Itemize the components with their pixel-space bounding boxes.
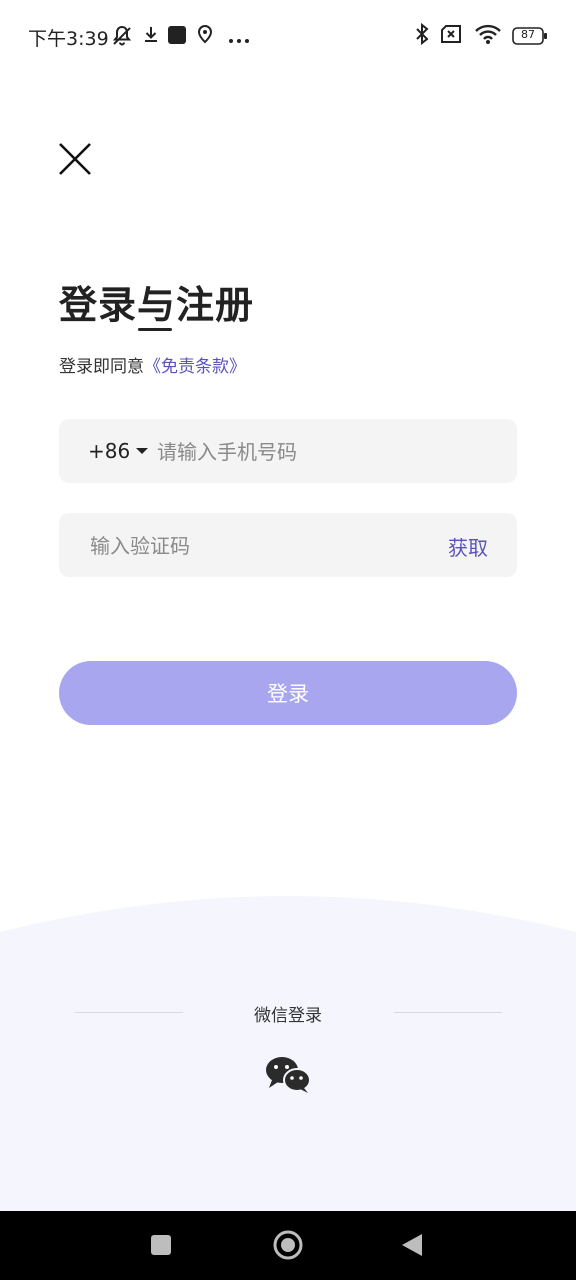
country-code: +86 xyxy=(88,439,131,463)
more-dots-icon xyxy=(228,30,250,49)
battery-level: 87 xyxy=(521,28,535,41)
title-underline xyxy=(138,328,172,331)
back-triangle-icon xyxy=(402,1234,422,1256)
square-icon xyxy=(151,1235,171,1255)
curved-background xyxy=(0,896,576,1211)
status-bar: 下午3:39 87 xyxy=(0,0,576,72)
phone-field: +86 xyxy=(59,419,517,485)
caret-down-icon xyxy=(136,448,149,454)
verification-code-input[interactable] xyxy=(88,513,422,579)
agreement-prefix: 登录即同意 xyxy=(59,357,144,377)
get-code-button[interactable]: 获取 xyxy=(448,532,488,561)
status-icons-right: 87 xyxy=(414,22,548,50)
country-code-selector[interactable]: +86 xyxy=(88,439,149,463)
bluetooth-icon xyxy=(414,22,430,50)
social-login-area: 微信登录 xyxy=(0,880,576,1211)
terms-link[interactable]: 《免责条款》 xyxy=(144,357,246,377)
app-square-icon xyxy=(167,24,187,50)
mute-bell-icon xyxy=(110,24,134,52)
status-time: 下午3:39 xyxy=(28,28,109,50)
back-button[interactable] xyxy=(400,1232,424,1262)
wechat-login-button[interactable] xyxy=(264,1055,314,1095)
agreement-text: 登录即同意《免责条款》 xyxy=(59,352,246,377)
wifi-icon xyxy=(474,23,502,49)
close-icon xyxy=(59,143,91,175)
home-button[interactable] xyxy=(272,1229,304,1265)
login-button[interactable]: 登录 xyxy=(59,661,517,725)
location-icon xyxy=(196,24,214,50)
phone-input[interactable] xyxy=(155,419,499,485)
download-icon xyxy=(142,24,160,50)
wechat-login-label: 微信登录 xyxy=(254,1006,322,1026)
no-sim-icon xyxy=(440,24,464,48)
close-button[interactable] xyxy=(56,140,94,178)
wechat-icon xyxy=(266,1057,311,1093)
home-circle-icon xyxy=(273,1230,303,1260)
page-title: 登录与注册 xyxy=(59,283,255,327)
verification-code-field: 获取 xyxy=(59,513,517,579)
recents-button[interactable] xyxy=(150,1234,172,1260)
navigation-bar xyxy=(0,1211,576,1280)
battery-icon: 87 xyxy=(512,27,548,45)
